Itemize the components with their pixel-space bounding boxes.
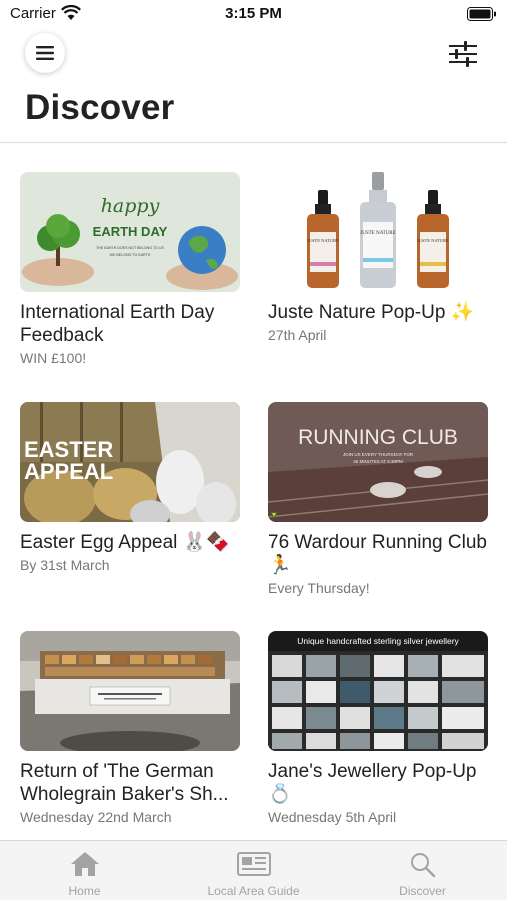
tab-local-area-guide[interactable]: Local Area Guide xyxy=(169,841,338,900)
card-german-baker[interactable]: Return of 'The German Wholegrain Baker's… xyxy=(20,631,240,825)
tab-bar: Home Local Area Guide Discover xyxy=(0,840,507,900)
card-subtitle: By 31st March xyxy=(20,557,110,573)
card-title: Jane's Jewellery Pop-Up 💍 xyxy=(268,761,477,805)
card-image: RUNNING CLUB JOIN US EVERY THURSDAY FOR … xyxy=(268,402,488,522)
card-subtitle: Wednesday 22nd March xyxy=(20,809,172,825)
card-image: happy EARTH DAY THE EARTH DOES NOT BELON… xyxy=(20,172,240,292)
discover-screen: Carrier 3:15 PM Discover happy EARTH DAY… xyxy=(0,0,507,900)
running-line1: RUNNING CLUB xyxy=(298,426,458,449)
card-earth-day[interactable]: happy EARTH DAY THE EARTH DOES NOT BELON… xyxy=(20,172,240,366)
card-image: EASTER APPEAL xyxy=(20,402,240,522)
card-title: Return of 'The German Wholegrain Baker's… xyxy=(20,761,229,805)
card-title: 76 Wardour Running Club 🏃 xyxy=(268,532,487,576)
card-subtitle: WIN £100! xyxy=(20,350,87,366)
running-line3: 45 MINUTES AT 6:30PM xyxy=(353,459,403,464)
battery-icon xyxy=(467,7,496,21)
bottle-label-middle: JUSTE NATURE xyxy=(360,231,395,236)
jewellery-line1: Unique handcrafted sterling silver jewel… xyxy=(297,636,459,646)
filter-button[interactable] xyxy=(447,40,479,68)
card-title: International Earth Day Feedback xyxy=(20,302,215,346)
earth-day-line2: EARTH DAY xyxy=(93,224,168,239)
tab-label: Local Area Guide xyxy=(207,884,300,898)
hamburger-icon xyxy=(36,46,54,60)
earth-day-line4: WE BELONG TO EARTH xyxy=(110,253,151,257)
status-bar: Carrier 3:15 PM xyxy=(0,0,507,30)
earth-day-line3: THE EARTH DOES NOT BELONG TO US xyxy=(96,246,164,250)
bottle-label-left: JUSTE NATURE xyxy=(307,238,339,243)
card-subtitle: 27th April xyxy=(268,327,327,343)
card-image: Unique handcrafted sterling silver jewel… xyxy=(268,631,488,751)
bottle-label-right: JUSTE NATURE xyxy=(417,238,449,243)
tab-label: Discover xyxy=(399,884,446,898)
card-running-club[interactable]: RUNNING CLUB JOIN US EVERY THURSDAY FOR … xyxy=(268,402,488,596)
card-title: Juste Nature Pop-Up ✨ xyxy=(268,302,475,323)
easter-line2: APPEAL xyxy=(24,459,113,484)
card-easter-egg-appeal[interactable]: EASTER APPEAL Easter Egg Appeal 🐰🍫 By 31… xyxy=(20,402,240,573)
card-subtitle: Every Thursday! xyxy=(268,580,370,596)
page-title: Discover xyxy=(25,88,175,127)
card-image xyxy=(20,631,240,751)
card-subtitle: Wednesday 5th April xyxy=(268,809,397,825)
tab-discover[interactable]: Discover xyxy=(338,841,507,900)
clock: 3:15 PM xyxy=(225,5,282,22)
menu-button[interactable] xyxy=(25,33,65,73)
header-divider xyxy=(0,142,507,143)
card-juste-nature[interactable]: JUSTE NATURE JUSTE NATURE JUSTE NATURE J… xyxy=(268,172,488,343)
newspaper-icon xyxy=(236,852,271,876)
tab-home[interactable]: Home xyxy=(0,841,169,900)
earth-day-line1: happy xyxy=(101,195,160,217)
home-icon xyxy=(70,852,99,876)
search-icon xyxy=(410,853,435,878)
tab-label: Home xyxy=(68,884,101,898)
sliders-icon xyxy=(449,41,477,67)
card-image: JUSTE NATURE JUSTE NATURE JUSTE NATURE xyxy=(268,172,488,292)
card-title: Easter Egg Appeal 🐰🍫 xyxy=(20,532,230,553)
card-janes-jewellery[interactable]: Unique handcrafted sterling silver jewel… xyxy=(268,631,488,825)
running-line2: JOIN US EVERY THURSDAY FOR xyxy=(343,452,414,457)
